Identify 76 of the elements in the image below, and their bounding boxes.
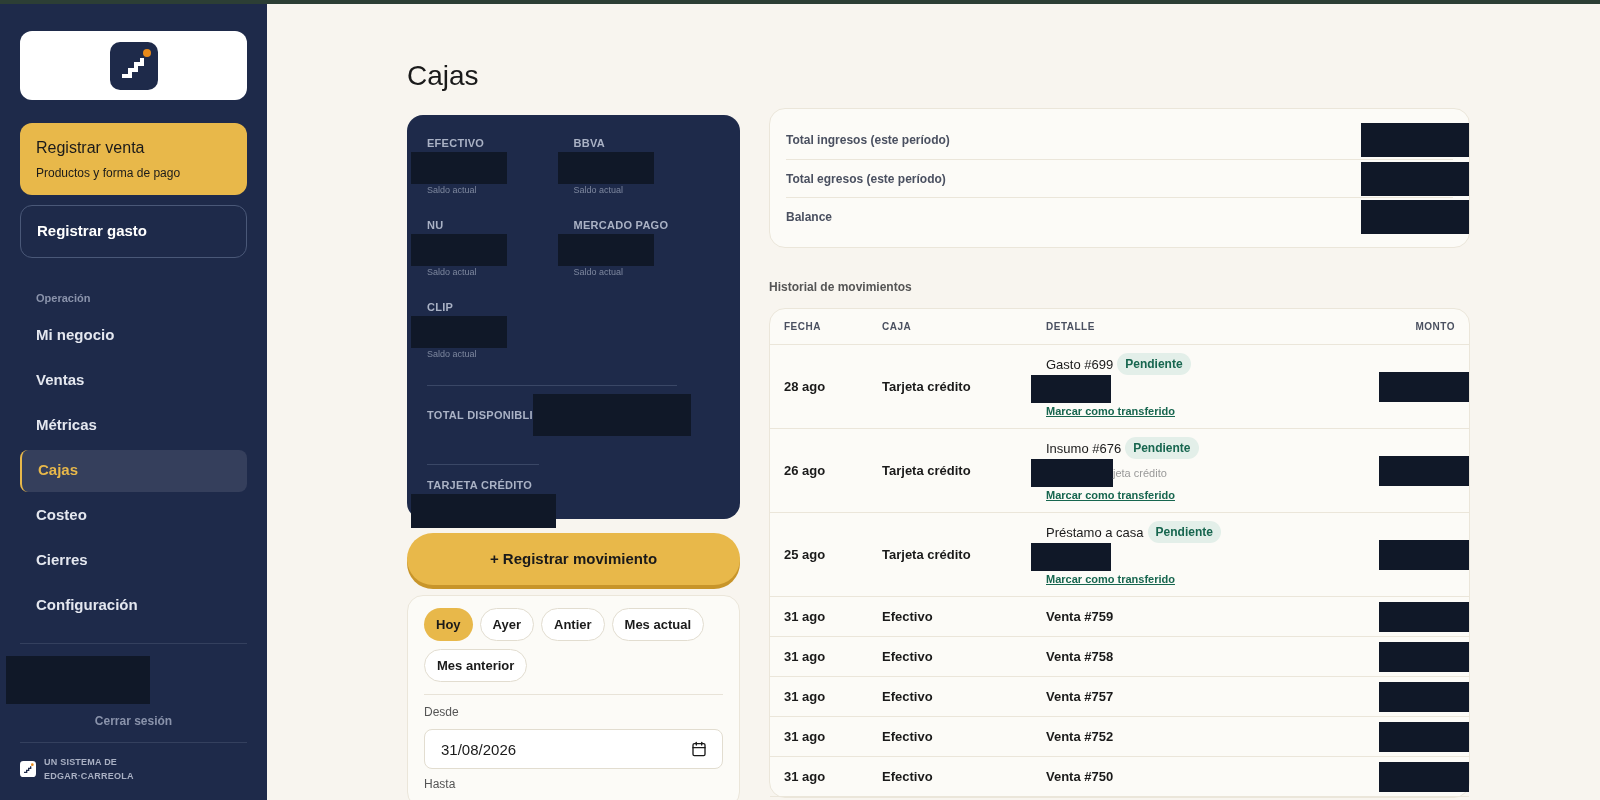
summary-label: Total egresos (este período) (786, 170, 946, 188)
nav-item[interactable]: Cajas (20, 449, 247, 492)
detail-text: Insumo #676 (1046, 439, 1122, 458)
detail-text: Venta #757 (1046, 687, 1114, 706)
table-cell-text: Tarjeta crédito (882, 461, 972, 480)
detail-text: Préstamo a casa (1046, 523, 1144, 542)
page-title: Cajas (407, 62, 480, 90)
column-header: DETALLE (1046, 320, 1096, 334)
total-label: TOTAL DISPONIBLI (427, 407, 533, 423)
table-cell-text: 31 ago (784, 647, 827, 666)
from-label: Desde (424, 704, 460, 721)
table-cell-text: Efectivo (882, 647, 934, 666)
account-name: CLIP (427, 300, 455, 315)
table-cell-text: 28 ago (784, 377, 827, 396)
account-name: EFECTIVO (427, 136, 486, 151)
account-caption: Saldo actual (573, 183, 625, 197)
table-cell-text: Efectivo (882, 727, 934, 746)
history-title: Historial de movimientos (769, 279, 913, 296)
table-cell-text: 31 ago (784, 687, 827, 706)
account-caption: Saldo actual (427, 183, 478, 197)
account-name: MERCADO PAGO (573, 218, 670, 233)
table-cell-text: 31 ago (784, 727, 827, 746)
logout-link[interactable]: Cerrar sesión (94, 711, 173, 730)
status-badge: Pendiente (1125, 437, 1199, 460)
to-label: Hasta (424, 777, 457, 791)
table-cell-text: Efectivo (882, 687, 934, 706)
nav-item[interactable]: Métricas (20, 404, 247, 447)
mark-transferred-link[interactable]: Marcar como transferido (1046, 487, 1175, 504)
detail-text: Gasto #699 (1046, 355, 1114, 374)
summary-label: Total ingresos (este período) (786, 132, 950, 149)
stairs-logo-icon (109, 41, 158, 90)
detail-text: Venta #752 (1046, 727, 1114, 746)
nav-item[interactable]: Cierres (20, 539, 247, 582)
column-header: CAJA (882, 320, 913, 334)
table-cell-text: Efectivo (882, 767, 934, 786)
account-caption: Saldo actual (427, 265, 478, 279)
account-name: BBVA (573, 136, 606, 151)
table-cell-text: 26 ago (784, 461, 827, 480)
column-header: FECHA (784, 320, 822, 334)
filter-chip[interactable]: Mes anterior (424, 649, 528, 682)
detail-text: Venta #758 (1046, 647, 1114, 666)
status-badge: Pendiente (1117, 353, 1191, 376)
register-sale-button[interactable]: Registrar venta Productos y forma de pago (20, 123, 247, 195)
table-cell-text: Tarjeta crédito (882, 545, 972, 564)
detail-note: jeta crédito (1113, 466, 1167, 481)
column-header: MONTO (1414, 320, 1455, 334)
section-label: Operación (35, 291, 92, 306)
account-caption: Saldo actual (573, 265, 625, 279)
table-cell-text: Tarjeta crédito (882, 377, 972, 396)
calendar-icon (691, 741, 707, 757)
from-date-field[interactable]: 31/08/2026 (424, 729, 723, 769)
register-expense-button[interactable]: Registrar gasto (20, 205, 247, 258)
filter-chip[interactable]: Ayer (479, 608, 534, 641)
summary-label: Balance (786, 208, 833, 226)
footer-text: EDGAR·CARREOLA (44, 769, 134, 783)
stairs-logo-icon (20, 760, 36, 777)
filter-chip[interactable]: Hoy (424, 608, 473, 641)
account-name: NU (427, 218, 445, 233)
footer-text: UN SISTEMA DE (44, 755, 119, 769)
credit-label: TARJETA CRÉDITO (427, 478, 534, 493)
table-cell-text: 31 ago (784, 607, 827, 626)
table-cell-text: 25 ago (784, 545, 827, 564)
filter-chip[interactable]: Antier (541, 608, 605, 641)
detail-text: Venta #759 (1046, 607, 1114, 626)
account-caption: Saldo actual (427, 347, 478, 361)
detail-text: Venta #750 (1046, 767, 1114, 786)
nav-item[interactable]: Configuración (20, 584, 247, 627)
nav-item[interactable]: Mi negocio (20, 314, 247, 357)
nav-item[interactable]: Ventas (20, 359, 247, 402)
filter-chip[interactable]: Mes actual (611, 608, 705, 641)
table-cell-text: Efectivo (882, 607, 934, 626)
mark-transferred-link[interactable]: Marcar como transferido (1046, 571, 1175, 588)
table-cell-text: 31 ago (784, 767, 827, 786)
mark-transferred-link[interactable]: Marcar como transferido (1046, 403, 1175, 420)
nav-item[interactable]: Costeo (20, 494, 247, 537)
status-badge: Pendiente (1147, 521, 1221, 544)
